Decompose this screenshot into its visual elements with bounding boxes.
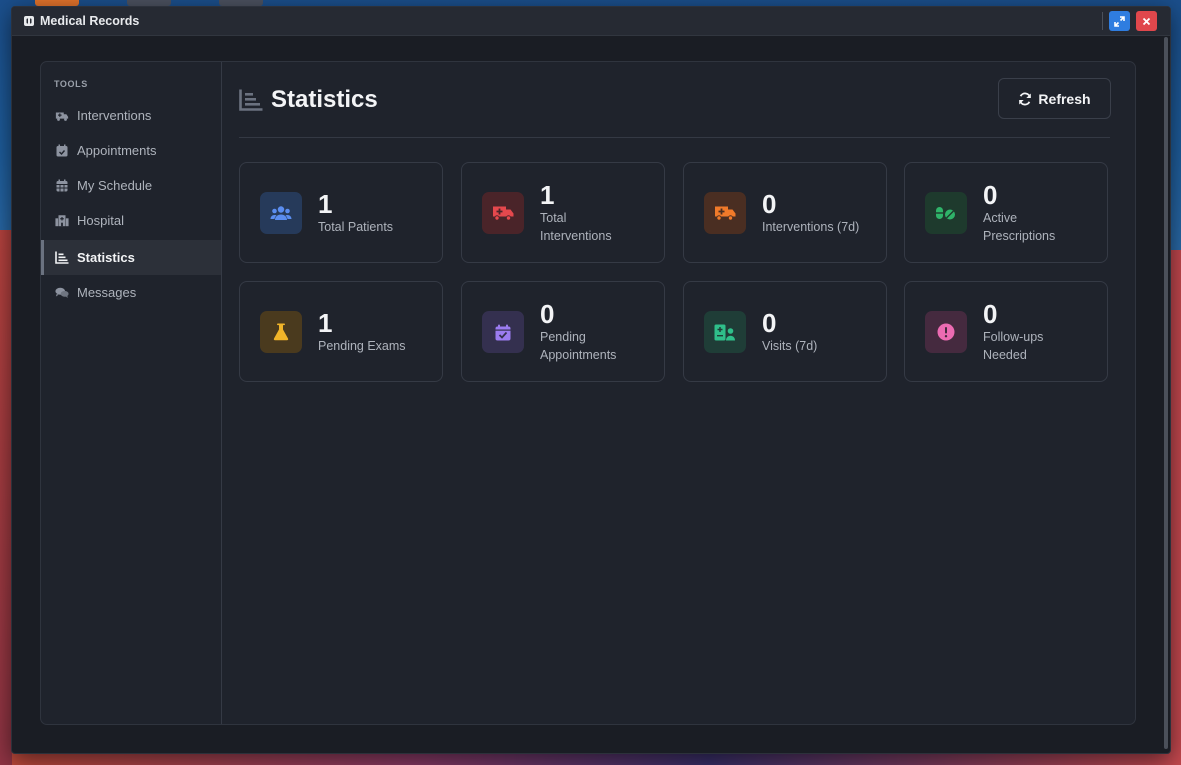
stat-label: Follow-ups Needed [983, 329, 1044, 362]
calendar-check-icon [495, 324, 511, 340]
stat-value: 0 [762, 307, 777, 338]
stat-icon-box [925, 192, 967, 234]
hospital-icon [55, 214, 69, 228]
stat-card-pending-exams: 1 Pending Exams [239, 281, 443, 382]
close-icon [1142, 17, 1151, 25]
chart-icon [239, 88, 263, 112]
stat-label: Pending Exams [318, 338, 406, 353]
comments-icon [55, 286, 69, 300]
stat-value: 0 [762, 188, 777, 219]
stat-icon-box [704, 311, 746, 353]
sidebar-item-interventions[interactable]: Interventions [41, 98, 221, 133]
stat-label: Total Patients [318, 219, 394, 234]
sidebar-item-label: Statistics [77, 250, 135, 265]
pills-icon [936, 207, 955, 220]
stat-card-visits-7d: 0 Visits (7d) [683, 281, 887, 382]
stat-label: Total Interventions [540, 210, 612, 243]
stat-card-follow-ups-needed: 0 Follow-ups Needed [904, 281, 1108, 382]
titlebar-separator [1102, 12, 1103, 30]
header-divider [239, 137, 1110, 138]
sidebar-item-appointments[interactable]: Appointments [41, 133, 221, 168]
stat-value: 1 [318, 307, 333, 338]
sidebar-item-label: Interventions [77, 108, 152, 123]
calendar-grid-icon [55, 179, 69, 193]
stat-value: 0 [983, 179, 998, 210]
page-header: Statistics [239, 84, 378, 116]
refresh-button[interactable]: Refresh [998, 78, 1111, 119]
app-icon [23, 15, 35, 27]
expand-icon [1114, 15, 1125, 27]
calendar-check-icon [55, 144, 69, 158]
stat-label: Active Prescriptions [983, 210, 1056, 243]
users-icon [270, 206, 292, 220]
stat-card-interventions-7d: 0 Interventions (7d) [683, 162, 887, 263]
sidebar-item-my-schedule[interactable]: My Schedule [41, 168, 221, 203]
page-title: Statistics [271, 86, 378, 113]
stat-label: Interventions (7d) [762, 219, 860, 234]
sidebar-item-messages[interactable]: Messages [41, 275, 221, 310]
sidebar-item-statistics[interactable]: Statistics [41, 240, 221, 275]
chart-icon [55, 251, 69, 265]
window-title: Medical Records [40, 14, 140, 28]
sidebar: TOOLS Interventions Appointments My Sche… [41, 62, 222, 724]
stat-icon-box [260, 311, 302, 353]
sidebar-item-label: Appointments [77, 143, 157, 158]
stat-icon-box [482, 192, 524, 234]
alert-circle-icon [937, 323, 955, 341]
stat-card-pending-appointments: 0 Pending Appointments [461, 281, 665, 382]
app-window: Medical Records TOOLS Interventions Appo… [11, 6, 1171, 754]
ambulance-icon [493, 206, 514, 221]
close-button[interactable] [1136, 11, 1157, 31]
stat-value: 1 [540, 179, 555, 210]
stat-card-total-patients: 1 Total Patients [239, 162, 443, 263]
refresh-label: Refresh [1038, 90, 1091, 107]
patient-card-icon [714, 324, 735, 340]
flask-icon [273, 323, 289, 341]
sidebar-heading: TOOLS [54, 79, 88, 89]
sidebar-item-hospital[interactable]: Hospital [41, 203, 221, 238]
sidebar-item-label: Hospital [77, 213, 124, 228]
stat-icon-box [704, 192, 746, 234]
stat-value: 0 [983, 298, 998, 329]
stat-value: 0 [540, 298, 555, 329]
title-bar[interactable]: Medical Records [12, 7, 1170, 36]
stat-value: 1 [318, 188, 333, 219]
maximize-button[interactable] [1109, 11, 1130, 31]
content-panel: TOOLS Interventions Appointments My Sche… [40, 61, 1136, 725]
stat-icon-box [260, 192, 302, 234]
stat-label: Pending Appointments [540, 329, 617, 362]
stat-card-active-prescriptions: 0 Active Prescriptions [904, 162, 1108, 263]
stat-card-total-interventions: 1 Total Interventions [461, 162, 665, 263]
window-scrollbar[interactable] [1164, 37, 1168, 749]
sidebar-item-label: Messages [77, 285, 137, 300]
ambulance-icon [55, 109, 69, 123]
ambulance-icon [715, 206, 736, 221]
sidebar-item-label: My Schedule [77, 178, 153, 193]
stat-label: Visits (7d) [762, 338, 818, 353]
main-content: Statistics Refresh 1 Total Patients 1 To… [239, 62, 1111, 724]
stat-icon-box [482, 311, 524, 353]
stat-icon-box [925, 311, 967, 353]
refresh-icon [1018, 92, 1032, 106]
